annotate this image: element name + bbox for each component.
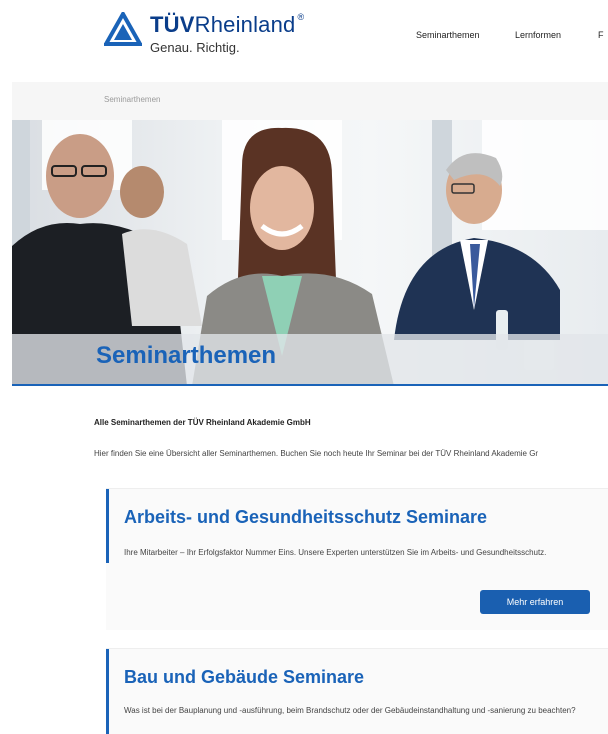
logo-wordmark: TÜVRheinland ® [150, 12, 305, 37]
hero-banner: Seminarthemen [12, 120, 608, 386]
card-title[interactable]: Bau und Gebäude Seminare [124, 667, 364, 688]
card-description: Ihre Mitarbeiter – Ihr Erfolgsfaktor Num… [124, 548, 547, 557]
breadcrumb: Seminarthemen [12, 82, 608, 120]
site-header: TÜVRheinland ® Genau. Richtig. Seminarthe… [0, 0, 608, 80]
hero-title: Seminarthemen [96, 342, 277, 369]
nav-item-lernformen[interactable]: Lernformen [515, 30, 561, 40]
card-description: Was ist bei der Bauplanung und -ausführu… [124, 706, 576, 715]
card-title[interactable]: Arbeits- und Gesundheitsschutz Seminare [124, 507, 487, 528]
intro-heading: Alle Seminarthemen der TÜV Rheinland Aka… [94, 418, 311, 427]
card-accent-bar [106, 649, 109, 734]
mehr-erfahren-button[interactable]: Mehr erfahren [480, 590, 590, 614]
nav-item-more[interactable]: F [598, 30, 604, 40]
tuv-triangle-logo-icon [104, 12, 142, 46]
seminar-card-bau-gebaeude: Bau und Gebäude Seminare Was ist bei der… [106, 648, 608, 734]
hero-divider [12, 384, 608, 386]
intro-text: Hier finden Sie eine Übersicht aller Sem… [94, 449, 539, 458]
tuv-logo[interactable]: TÜVRheinland ® Genau. Richtig. [104, 10, 304, 66]
top-navigation: Seminarthemen Lernformen F [416, 30, 608, 46]
breadcrumb-current[interactable]: Seminarthemen [104, 95, 160, 104]
card-accent-bar [106, 489, 109, 563]
logo-tagline: Genau. Richtig. [150, 40, 240, 55]
nav-item-seminarthemen[interactable]: Seminarthemen [416, 30, 480, 40]
